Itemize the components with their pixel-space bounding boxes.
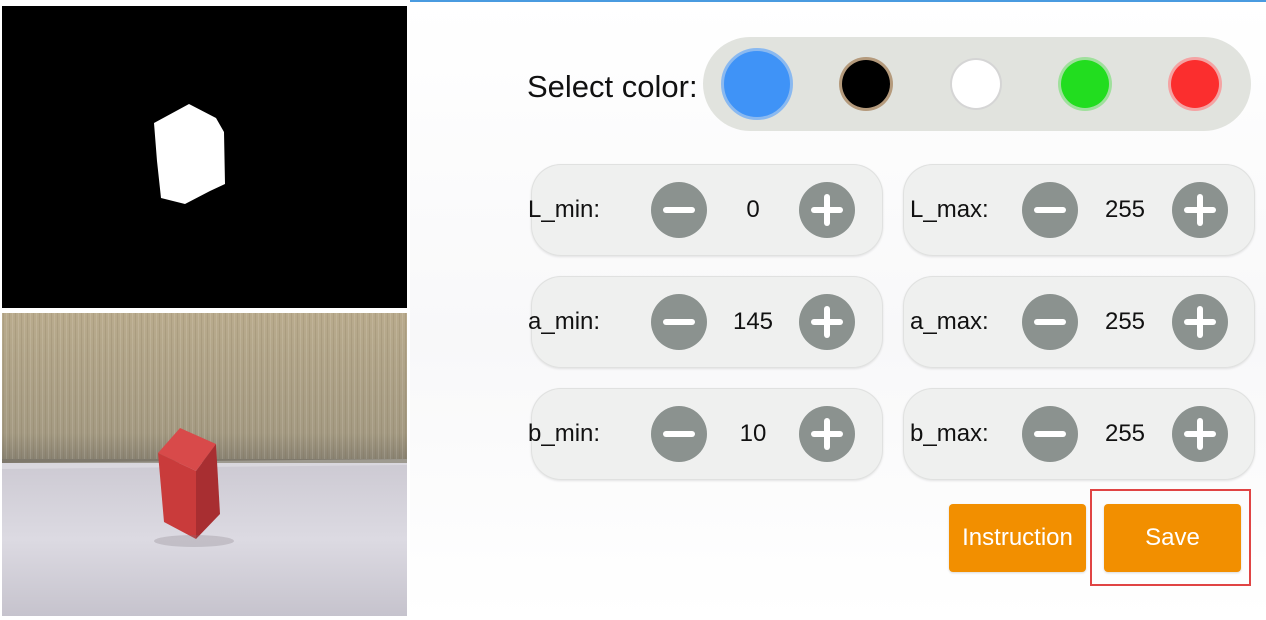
- a-min-value: 145: [732, 308, 774, 335]
- a-max-control: a_max: 255: [903, 276, 1255, 368]
- swatch-white[interactable]: [952, 60, 1000, 108]
- top-accent-line: [410, 0, 1266, 2]
- camera-preview: [2, 313, 407, 616]
- a-min-label: a_min:: [528, 308, 601, 335]
- select-color-label: Select color:: [527, 69, 698, 104]
- l-max-decrement-button[interactable]: [1022, 182, 1078, 238]
- color-swatch-bar: [703, 37, 1251, 131]
- a-max-decrement-button[interactable]: [1022, 294, 1078, 350]
- b-min-label: b_min:: [528, 420, 601, 447]
- b-min-control: b_min: 10: [528, 388, 883, 480]
- minus-icon: [1034, 319, 1066, 325]
- minus-icon: [663, 207, 695, 213]
- swatch-red[interactable]: [1171, 60, 1219, 108]
- l-min-label: L_min:: [528, 196, 601, 223]
- a-min-control: a_min: 145: [528, 276, 883, 368]
- minus-icon: [663, 431, 695, 437]
- minus-icon: [1034, 431, 1066, 437]
- b-min-decrement-button[interactable]: [651, 406, 707, 462]
- b-max-increment-button[interactable]: [1172, 406, 1228, 462]
- save-button[interactable]: Save: [1104, 504, 1241, 572]
- a-max-increment-button[interactable]: [1172, 294, 1228, 350]
- minus-icon: [663, 319, 695, 325]
- a-min-increment-button[interactable]: [799, 294, 855, 350]
- b-max-value: 255: [1104, 420, 1146, 447]
- l-max-control: L_max: 255: [903, 164, 1255, 256]
- a-max-value: 255: [1104, 308, 1146, 335]
- swatch-black[interactable]: [842, 60, 890, 108]
- mask-preview: [2, 6, 407, 308]
- b-min-increment-button[interactable]: [799, 406, 855, 462]
- minus-icon: [1034, 207, 1066, 213]
- swatch-green[interactable]: [1061, 60, 1109, 108]
- a-max-label: a_max:: [910, 308, 989, 335]
- b-max-decrement-button[interactable]: [1022, 406, 1078, 462]
- l-max-label: L_max:: [910, 196, 989, 223]
- b-max-control: b_max: 255: [903, 388, 1255, 480]
- b-max-label: b_max:: [910, 420, 989, 447]
- l-min-increment-button[interactable]: [799, 182, 855, 238]
- l-max-value: 255: [1104, 196, 1146, 223]
- l-min-control: L_min: 0: [528, 164, 883, 256]
- l-min-value: 0: [746, 196, 760, 223]
- b-min-value: 10: [739, 420, 767, 447]
- l-max-increment-button[interactable]: [1172, 182, 1228, 238]
- swatch-blue[interactable]: [721, 48, 793, 120]
- instruction-button[interactable]: Instruction: [949, 504, 1086, 572]
- a-min-decrement-button[interactable]: [651, 294, 707, 350]
- l-min-decrement-button[interactable]: [651, 182, 707, 238]
